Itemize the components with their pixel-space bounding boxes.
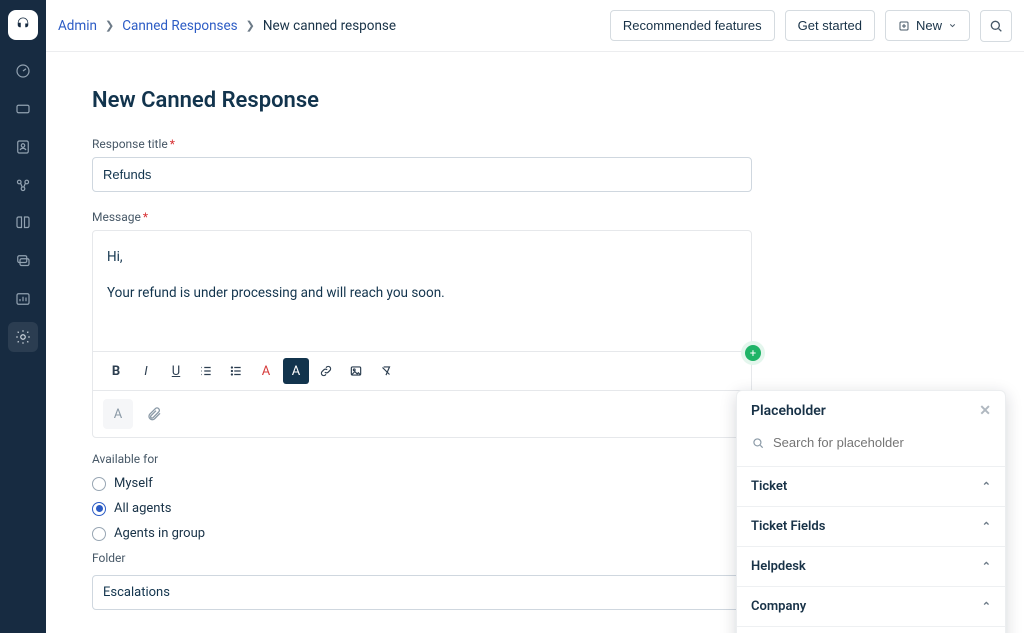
clear-format-button[interactable]	[373, 358, 399, 384]
attachment-button[interactable]	[139, 399, 169, 429]
popover-group-helpdesk[interactable]: Helpdesk ⌃	[737, 547, 1005, 587]
chevron-right-icon: ❯	[105, 19, 114, 32]
radio-label: All agents	[114, 501, 171, 516]
popover-title: Placeholder	[751, 403, 826, 419]
placeholder-popover: Placeholder ✕ Ticket ⌃ Ticket Fields ⌃	[736, 390, 1006, 633]
text-color-button[interactable]: A	[253, 358, 279, 384]
popover-group-label: Ticket	[751, 479, 787, 494]
title-input[interactable]	[92, 157, 752, 192]
folder-value: Escalations	[103, 585, 170, 600]
underline-button[interactable]: U	[163, 358, 189, 384]
popover-group-list: Ticket ⌃ Ticket Fields ⌃ Helpdesk ⌃ Comp…	[737, 466, 1005, 633]
radio-label: Myself	[114, 476, 153, 491]
title-label: Response title*	[92, 137, 978, 151]
nav-social-icon[interactable]	[8, 170, 38, 200]
chevron-right-icon: ❯	[246, 19, 255, 32]
folder-select[interactable]: Escalations	[92, 575, 752, 610]
message-line: Hi,	[107, 247, 737, 269]
chevron-up-icon: ⌃	[982, 560, 991, 573]
nav-dashboard-icon[interactable]	[8, 56, 38, 86]
nav-tickets-icon[interactable]	[8, 94, 38, 124]
chevron-up-icon: ⌃	[982, 480, 991, 493]
left-nav	[0, 0, 46, 633]
image-button[interactable]	[343, 358, 369, 384]
radio-label: Agents in group	[114, 526, 205, 541]
paperclip-icon	[146, 406, 162, 422]
highlight-button[interactable]: A	[283, 358, 309, 384]
nav-solutions-icon[interactable]	[8, 208, 38, 238]
text-style-button[interactable]: A	[103, 399, 133, 429]
message-label: Message*	[92, 210, 978, 224]
topbar: Admin ❯ Canned Responses ❯ New canned re…	[46, 0, 1024, 52]
recommended-features-button[interactable]: Recommended features	[610, 10, 775, 41]
popover-group-label: Company	[751, 599, 806, 614]
message-line: Your refund is under processing and will…	[107, 283, 737, 305]
link-button[interactable]	[313, 358, 339, 384]
editor-secondary-toolbar: A	[93, 390, 751, 437]
breadcrumb-current: New canned response	[263, 18, 396, 34]
breadcrumb-parent[interactable]: Canned Responses	[122, 18, 237, 34]
nav-forums-icon[interactable]	[8, 246, 38, 276]
popover-search-input[interactable]	[773, 435, 991, 450]
editor-toolbar: B I U A A	[93, 351, 751, 390]
message-editor: Hi, Your refund is under processing and …	[92, 230, 752, 438]
ordered-list-button[interactable]	[193, 358, 219, 384]
search-icon	[751, 436, 765, 450]
search-icon	[988, 18, 1004, 34]
popover-group-company[interactable]: Company ⌃	[737, 587, 1005, 627]
radio-icon	[92, 477, 106, 491]
breadcrumb: Admin ❯ Canned Responses ❯ New canned re…	[58, 18, 396, 34]
chevron-down-icon	[948, 21, 957, 30]
radio-icon	[92, 527, 106, 541]
popover-group-ticket-fields[interactable]: Ticket Fields ⌃	[737, 507, 1005, 547]
close-icon[interactable]: ✕	[979, 403, 991, 419]
new-button-label: New	[916, 18, 942, 33]
page-title: New Canned Response	[92, 88, 978, 113]
get-started-button[interactable]: Get started	[785, 10, 875, 41]
new-button[interactable]: New	[885, 10, 970, 41]
unordered-list-button[interactable]	[223, 358, 249, 384]
global-search-button[interactable]	[980, 10, 1012, 42]
chevron-up-icon: ⌃	[982, 600, 991, 613]
popover-group-label: Helpdesk	[751, 559, 806, 574]
message-body[interactable]: Hi, Your refund is under processing and …	[93, 231, 751, 351]
popover-group-ticket[interactable]: Ticket ⌃	[737, 467, 1005, 507]
app-logo[interactable]	[8, 10, 38, 40]
italic-button[interactable]: I	[133, 358, 159, 384]
nav-analytics-icon[interactable]	[8, 284, 38, 314]
bold-button[interactable]: B	[103, 358, 129, 384]
breadcrumb-admin[interactable]: Admin	[58, 18, 97, 34]
nav-contacts-icon[interactable]	[8, 132, 38, 162]
insert-placeholder-icon[interactable]: +	[745, 345, 761, 361]
popover-group-contact[interactable]: Contact ⌃	[737, 627, 1005, 633]
chevron-up-icon: ⌃	[982, 520, 991, 533]
nav-admin-icon[interactable]	[8, 322, 38, 352]
popover-group-label: Ticket Fields	[751, 519, 825, 534]
radio-icon	[92, 502, 106, 516]
popover-search[interactable]	[749, 431, 993, 460]
